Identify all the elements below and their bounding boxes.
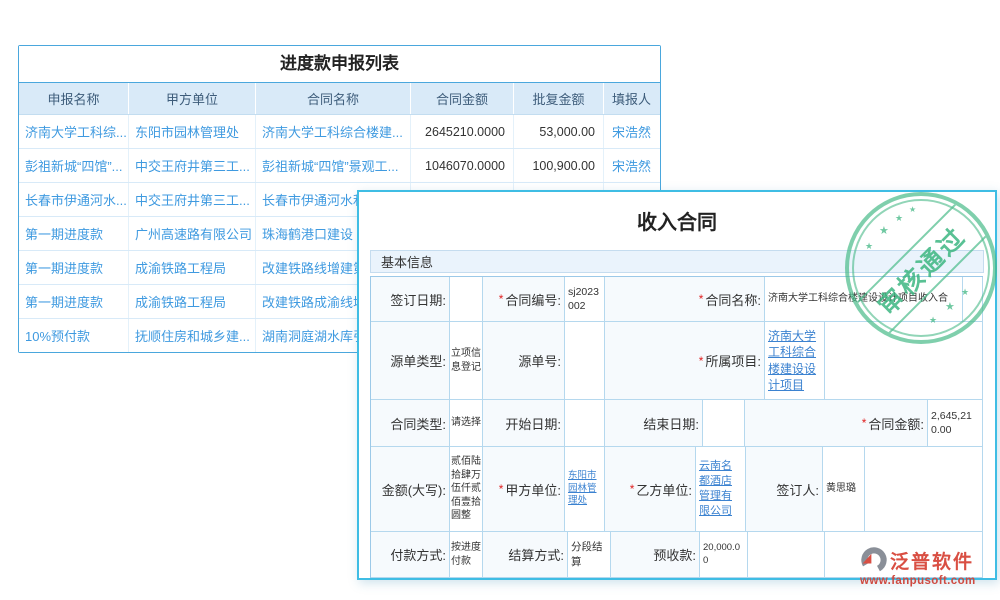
pay-method-label: 付款方式: xyxy=(371,532,450,578)
form-row-3: 合同类型: 请选择 开始日期: 结束日期: *合同金额: 2,645,210.0… xyxy=(371,400,983,447)
advance-label: 预收款: xyxy=(611,532,700,578)
empty-cell xyxy=(748,532,825,578)
signer-label: 签订人: xyxy=(746,447,823,532)
required-asterisk: * xyxy=(699,354,704,368)
list-row: 济南大学工科综...东阳市园林管理处济南大学工科综合楼建...2645210.0… xyxy=(19,115,660,148)
amount-label: *合同金额: xyxy=(745,400,928,447)
list-cell[interactable]: 宋浩然 xyxy=(604,115,659,148)
required-asterisk: * xyxy=(499,292,504,306)
contract-name-label: *合同名称: xyxy=(605,277,765,322)
list-cell[interactable]: 宋浩然 xyxy=(604,149,659,182)
list-cell[interactable]: 彭祖新城“四馆”景观工... xyxy=(256,149,411,182)
list-cell[interactable]: 济南大学工科综合楼建... xyxy=(256,115,411,148)
amount-words-label: 金额(大写): xyxy=(371,447,450,532)
fanpu-logo-text: 泛普软件 xyxy=(890,547,974,574)
amount-field[interactable]: 2,645,210.00 xyxy=(928,400,983,447)
fanpu-logo-icon xyxy=(860,546,888,574)
list-cell[interactable]: 中交王府井第三工... xyxy=(129,183,256,216)
advance-field[interactable]: 20,000.00 xyxy=(700,532,748,578)
form-row-4: 金额(大写): 贰佰陆拾肆万伍仟贰佰壹拾圆整 *甲方单位: 东阳市园林管理处 *… xyxy=(371,447,983,532)
list-header-row: 申报名称甲方单位合同名称合同金额批复金额填报人 xyxy=(19,83,660,115)
party-a-link[interactable]: 东阳市园林管理处 xyxy=(565,447,605,532)
empty-cell xyxy=(865,447,983,532)
income-contract-window: 收入合同 基本信息 签订日期: *合同编号: sj2023002 *合同名称: … xyxy=(357,190,997,580)
list-cell[interactable]: 成渝铁路工程局 xyxy=(129,251,256,284)
signer-field[interactable]: 黄思璐 xyxy=(823,447,865,532)
party-b-label: *乙方单位: xyxy=(605,447,696,532)
list-title: 进度款申报列表 xyxy=(19,46,660,83)
list-cell: 1046070.0000 xyxy=(411,149,514,182)
list-cell[interactable]: 济南大学工科综... xyxy=(19,115,129,148)
settle-method-label: 结算方式: xyxy=(483,532,568,578)
list-cell[interactable]: 彭祖新城“四馆”... xyxy=(19,149,129,182)
list-header-cell: 填报人 xyxy=(604,83,659,114)
pay-method-field[interactable]: 按进度付款 xyxy=(450,532,483,578)
contract-type-label: 合同类型: xyxy=(371,400,450,447)
source-type-field[interactable]: 立项信息登记 xyxy=(450,322,483,400)
list-header-cell: 申报名称 xyxy=(19,83,129,114)
contract-name-field[interactable]: 济南大学工科综合楼建设设计项目收入合 xyxy=(765,277,963,322)
required-asterisk: * xyxy=(862,416,867,430)
required-asterisk: * xyxy=(499,482,504,496)
list-cell: 100,900.00 xyxy=(514,149,604,182)
fanpu-logo-url[interactable]: www.fanpusoft.com xyxy=(860,575,976,587)
basic-info-section-header: 基本信息 xyxy=(370,250,984,273)
form-row-2: 源单类型: 立项信息登记 源单号: *所属项目: 济南大学工科综合楼建设设计项目 xyxy=(371,322,983,400)
list-cell[interactable]: 东阳市园林管理处 xyxy=(129,115,256,148)
form-row-1: 签订日期: *合同编号: sj2023002 *合同名称: 济南大学工科综合楼建… xyxy=(371,277,983,322)
contract-form: 签订日期: *合同编号: sj2023002 *合同名称: 济南大学工科综合楼建… xyxy=(370,276,983,578)
list-cell: 2645210.0000 xyxy=(411,115,514,148)
fanpu-logo: 泛普软件 www.fanpusoft.com xyxy=(860,546,976,587)
contract-window-title: 收入合同 xyxy=(359,192,995,250)
amount-words-field[interactable]: 贰佰陆拾肆万伍仟贰佰壹拾圆整 xyxy=(450,447,483,532)
list-cell[interactable]: 成渝铁路工程局 xyxy=(129,285,256,318)
list-cell[interactable]: 第一期进度款 xyxy=(19,285,129,318)
end-date-field[interactable] xyxy=(703,400,745,447)
list-row: 彭祖新城“四馆”...中交王府井第三工...彭祖新城“四馆”景观工...1046… xyxy=(19,148,660,182)
contract-type-select[interactable]: 请选择 xyxy=(450,400,483,447)
list-cell: 53,000.00 xyxy=(514,115,604,148)
list-cell[interactable]: 长春市伊通河水... xyxy=(19,183,129,216)
basic-info-label: 基本信息 xyxy=(381,255,433,270)
project-label: *所属项目: xyxy=(605,322,765,400)
empty-cell xyxy=(963,277,983,322)
source-type-label: 源单类型: xyxy=(371,322,450,400)
party-b-link[interactable]: 云南名都酒店管理有限公司 xyxy=(696,447,746,532)
contract-no-field[interactable]: sj2023002 xyxy=(565,277,605,322)
sign-date-label: 签订日期: xyxy=(371,277,450,322)
start-date-label: 开始日期: xyxy=(483,400,565,447)
list-header-cell: 合同名称 xyxy=(256,83,411,114)
list-cell[interactable]: 广州高速路有限公司 xyxy=(129,217,256,250)
list-cell[interactable]: 第一期进度款 xyxy=(19,251,129,284)
list-cell[interactable]: 第一期进度款 xyxy=(19,217,129,250)
end-date-label: 结束日期: xyxy=(605,400,703,447)
project-link[interactable]: 济南大学工科综合楼建设设计项目 xyxy=(765,322,825,400)
party-a-label: *甲方单位: xyxy=(483,447,565,532)
list-header-cell: 批复金额 xyxy=(514,83,604,114)
list-cell[interactable]: 中交王府井第三工... xyxy=(129,149,256,182)
source-no-field[interactable] xyxy=(565,322,605,400)
start-date-field[interactable] xyxy=(565,400,605,447)
sign-date-field[interactable] xyxy=(450,277,483,322)
empty-cell xyxy=(825,322,983,400)
contract-no-label: *合同编号: xyxy=(483,277,565,322)
list-cell[interactable]: 抚顺住房和城乡建... xyxy=(129,319,256,352)
list-header-cell: 甲方单位 xyxy=(129,83,256,114)
source-no-label: 源单号: xyxy=(483,322,565,400)
required-asterisk: * xyxy=(699,292,704,306)
settle-method-field[interactable]: 分段结算 xyxy=(568,532,611,578)
list-cell[interactable]: 10%预付款 xyxy=(19,319,129,352)
list-header-cell: 合同金额 xyxy=(411,83,514,114)
required-asterisk: * xyxy=(630,482,635,496)
